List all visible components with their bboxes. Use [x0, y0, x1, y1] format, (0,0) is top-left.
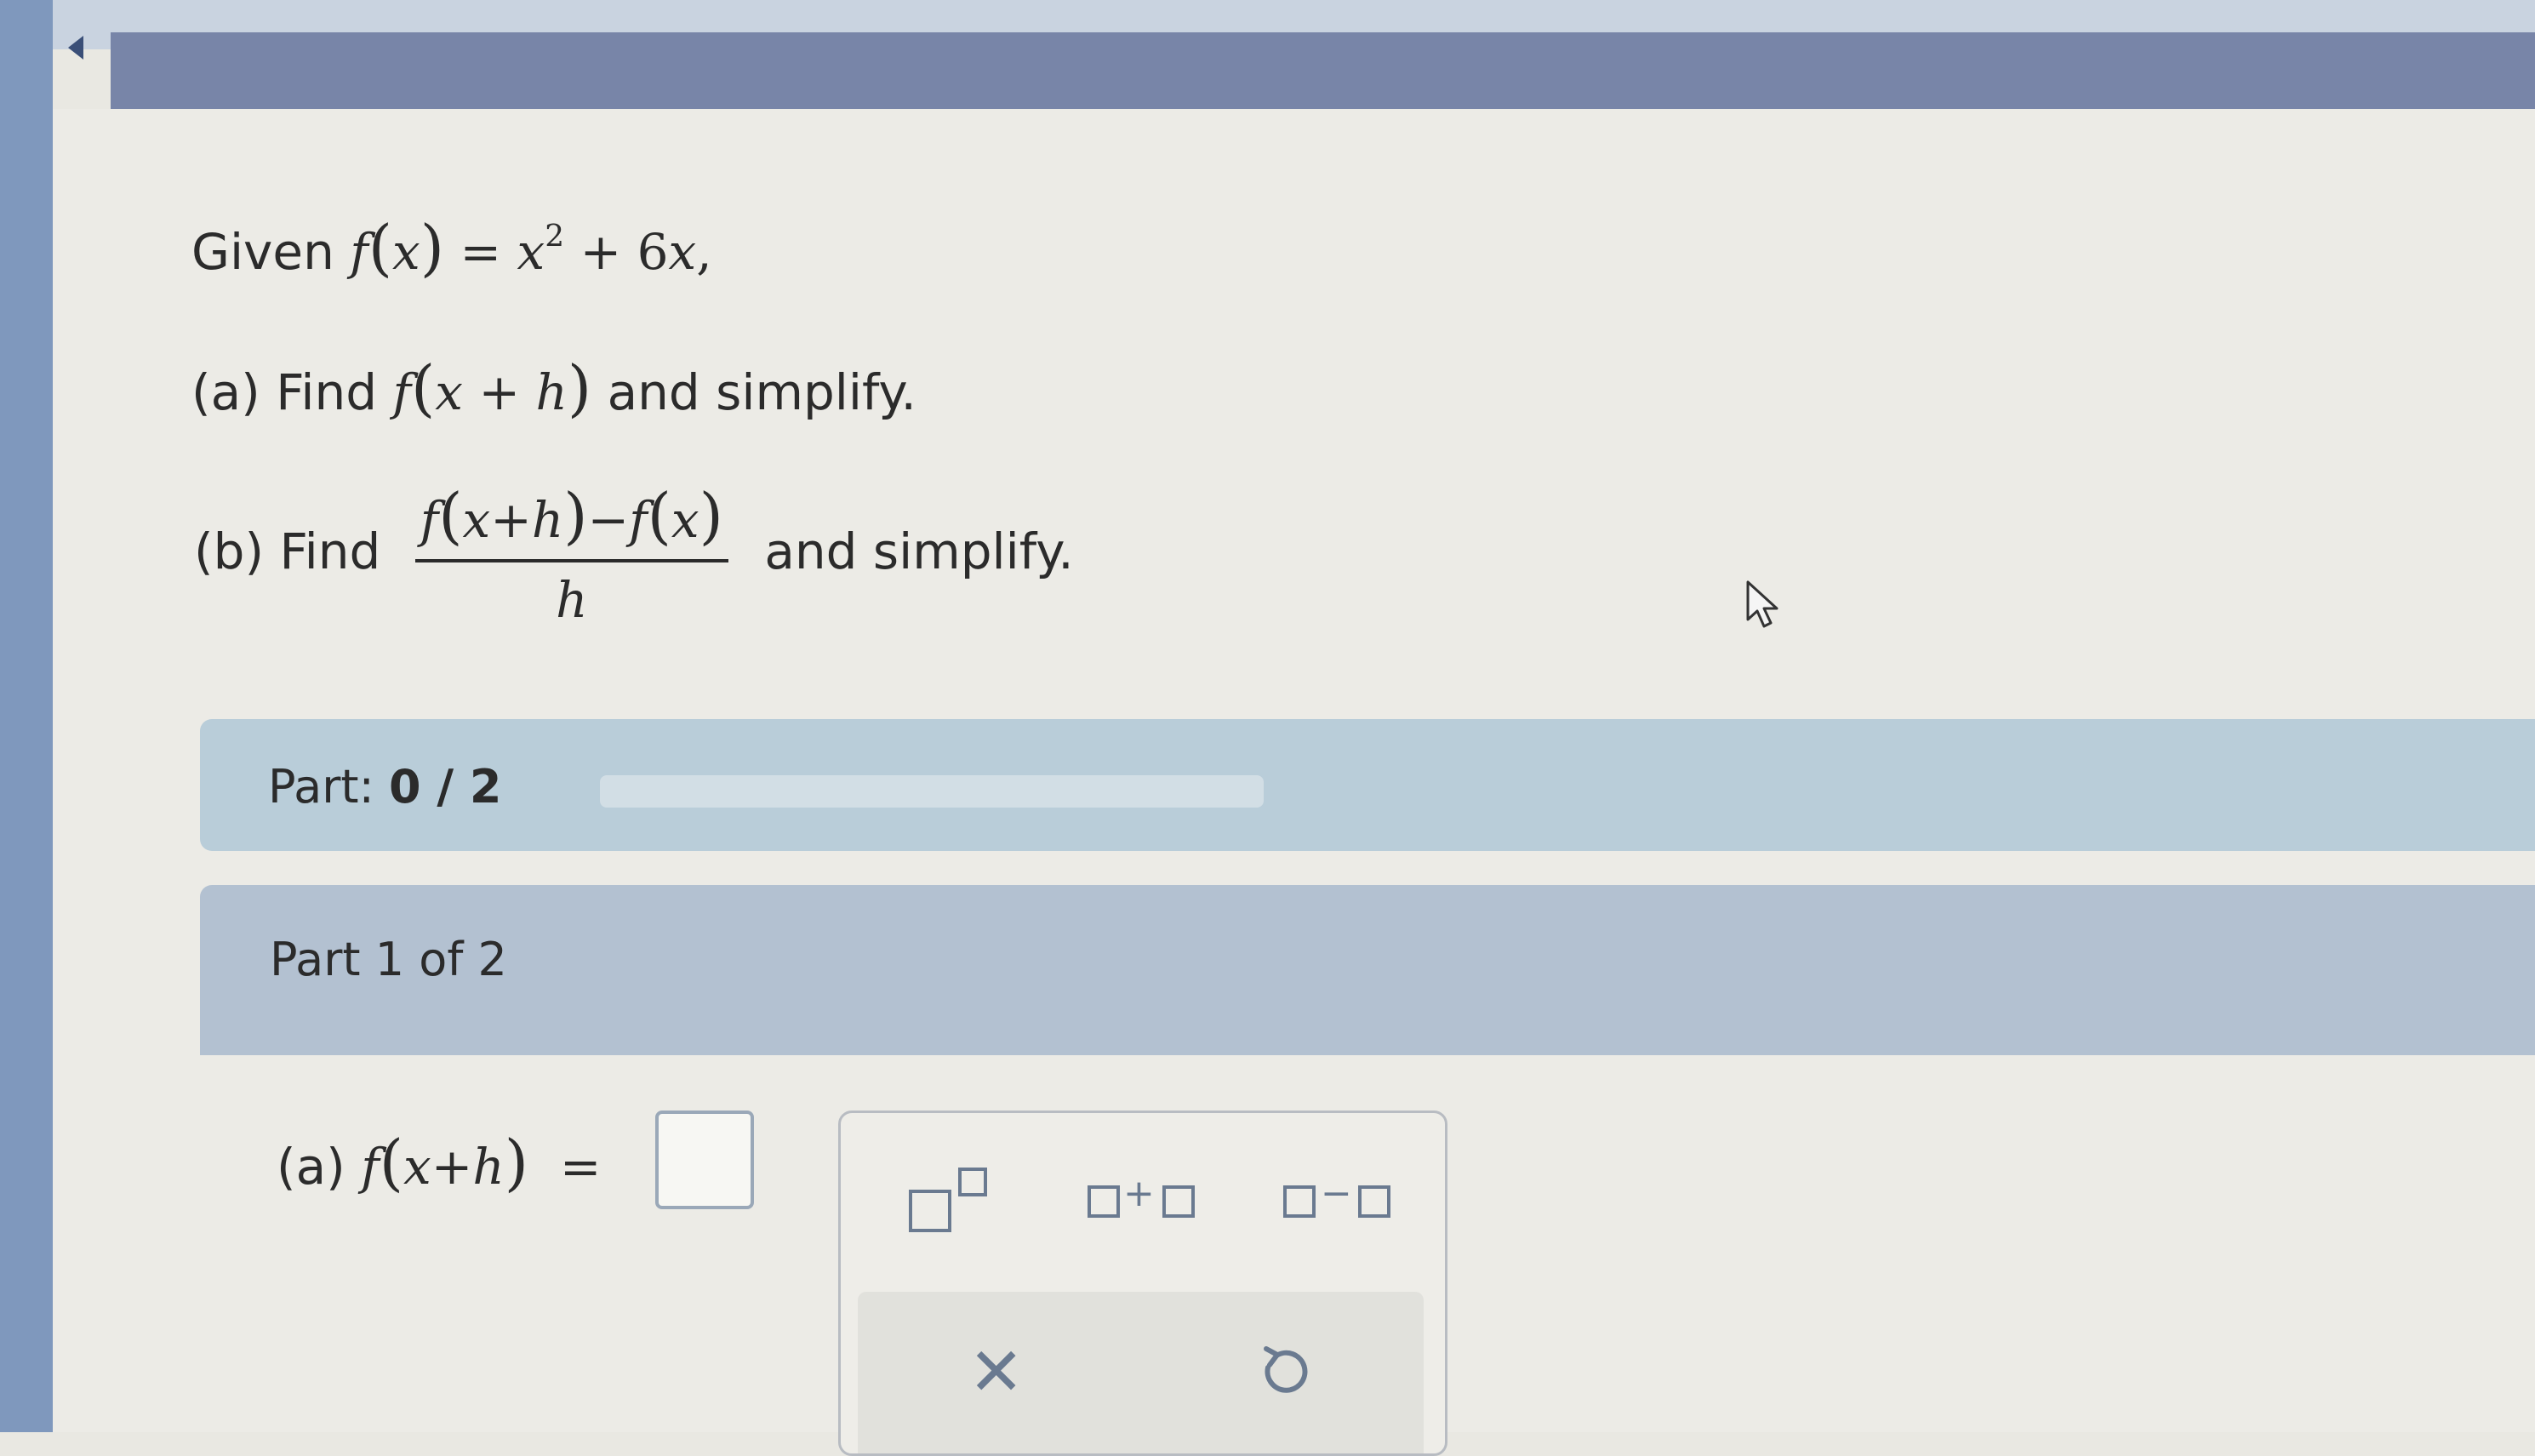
addition-button[interactable]: + — [1088, 1172, 1198, 1228]
undo-button[interactable] — [1249, 1339, 1317, 1407]
part-a-label: (a) Find — [191, 363, 378, 421]
answer-expression: f(x+h) = — [361, 1128, 602, 1199]
function-definition: f(x) = x2 + 6x, — [350, 213, 712, 284]
subtraction-button[interactable]: − — [1283, 1172, 1394, 1228]
superscript-button[interactable] — [909, 1156, 1002, 1241]
part-a-instruction: and simplify. — [607, 363, 916, 421]
mouse-pointer-icon — [1746, 580, 1778, 628]
palette-actions: ✕ — [858, 1292, 1424, 1453]
difference-quotient: f(x+h)−f(x) h — [414, 481, 728, 629]
part-1-title: Part 1 of 2 — [270, 933, 507, 986]
difference-quotient-denominator: h — [556, 571, 588, 629]
difference-quotient-numerator: f(x+h)−f(x) — [414, 481, 728, 562]
progress-label-text: Part: — [268, 760, 374, 814]
progress-bar — [600, 775, 1264, 808]
back-arrow-icon[interactable] — [68, 36, 83, 60]
progress-label: Part: 0 / 2 — [268, 760, 501, 814]
answer-part-label: (a) — [277, 1138, 345, 1196]
clear-button[interactable]: ✕ — [968, 1334, 1024, 1411]
answer-line: (a) f(x+h) = — [277, 1128, 601, 1199]
part-b-instruction: and simplify. — [764, 522, 1074, 581]
math-palette: + − ✕ — [838, 1111, 1447, 1456]
header-strip — [111, 32, 2535, 109]
part-b-label: (b) Find — [194, 522, 381, 581]
part-1-banner: Part 1 of 2 — [200, 885, 2535, 1055]
problem-part-a: (a) Find f(x + h) and simplify. — [191, 353, 916, 425]
undo-icon — [1264, 1346, 1308, 1393]
part-a-expression: f(x + h) — [392, 353, 592, 425]
progress-banner: Part: 0 / 2 — [200, 719, 2535, 851]
left-sidebar — [0, 0, 53, 1432]
problem-part-b: (b) Find f(x+h)−f(x) h and simplify. — [194, 481, 1074, 629]
x-icon: ✕ — [968, 1334, 1025, 1411]
progress-value: 0 / 2 — [388, 760, 502, 814]
answer-input[interactable] — [655, 1111, 754, 1209]
problem-given: Given f(x) = x2 + 6x, — [191, 213, 712, 284]
given-label: Given — [191, 223, 334, 281]
